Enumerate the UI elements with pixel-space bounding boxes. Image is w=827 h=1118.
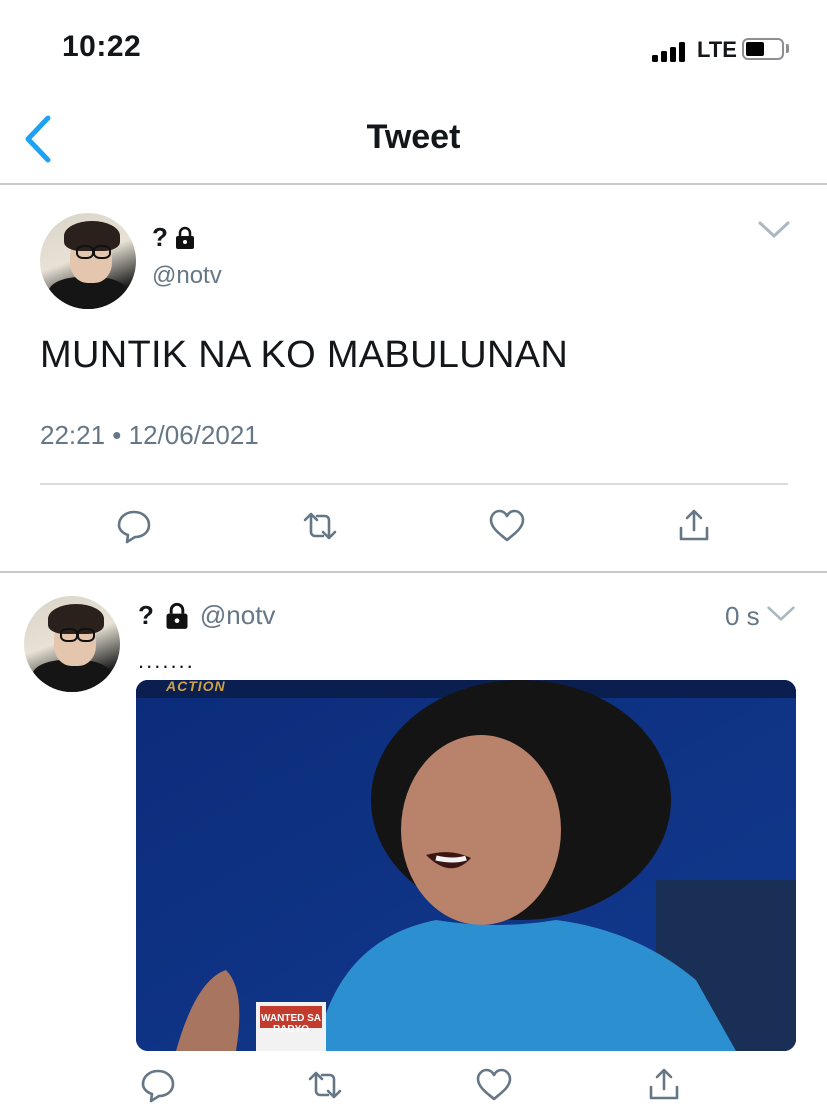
user-handle[interactable]: @notv [152,262,222,290]
tweet-text: MUNTIK NA KO MABULUNAN [40,334,569,376]
retweet-icon[interactable] [301,508,339,544]
share-icon[interactable] [675,508,713,544]
tweet-timestamp: 22:21 • 12/06/2021 [40,420,259,450]
like-icon[interactable] [475,1067,513,1103]
timestamp-divider [40,483,788,485]
lock-icon [175,226,194,249]
reply-user-row: ? @notv [138,600,275,631]
reply-text: ....... [138,648,195,673]
tweet-divider [0,571,827,573]
reply-time-ago: 0 s [725,601,760,631]
signal-icon [652,40,688,62]
reply-user-handle[interactable]: @notv [200,600,276,631]
reply-avatar[interactable] [24,596,120,692]
reply-icon[interactable] [115,508,153,544]
lock-icon [166,602,188,629]
share-icon[interactable] [645,1067,683,1103]
user-name-row: ? [152,222,196,253]
nav-divider [0,183,827,185]
display-name: ? [152,222,168,252]
like-icon[interactable] [488,508,526,544]
retweet-icon[interactable] [306,1067,344,1103]
status-time: 10:22 [62,30,142,63]
tweet-media-image[interactable]: ACTION WANTED SA RADYO [136,680,796,1051]
avatar[interactable] [40,213,136,309]
reply-display-name: ? [138,600,154,630]
battery-tip [786,44,789,53]
battery-icon [742,38,784,60]
chevron-down-icon[interactable] [766,604,796,624]
media-sign-text: WANTED SA RADYO [261,1013,321,1035]
reply-icon[interactable] [139,1067,177,1103]
network-label: LTE [697,37,737,62]
chevron-down-icon[interactable] [757,219,791,241]
page-title: Tweet [366,118,461,156]
media-overlay-label: ACTION [166,680,226,694]
media-scene [136,680,796,1051]
